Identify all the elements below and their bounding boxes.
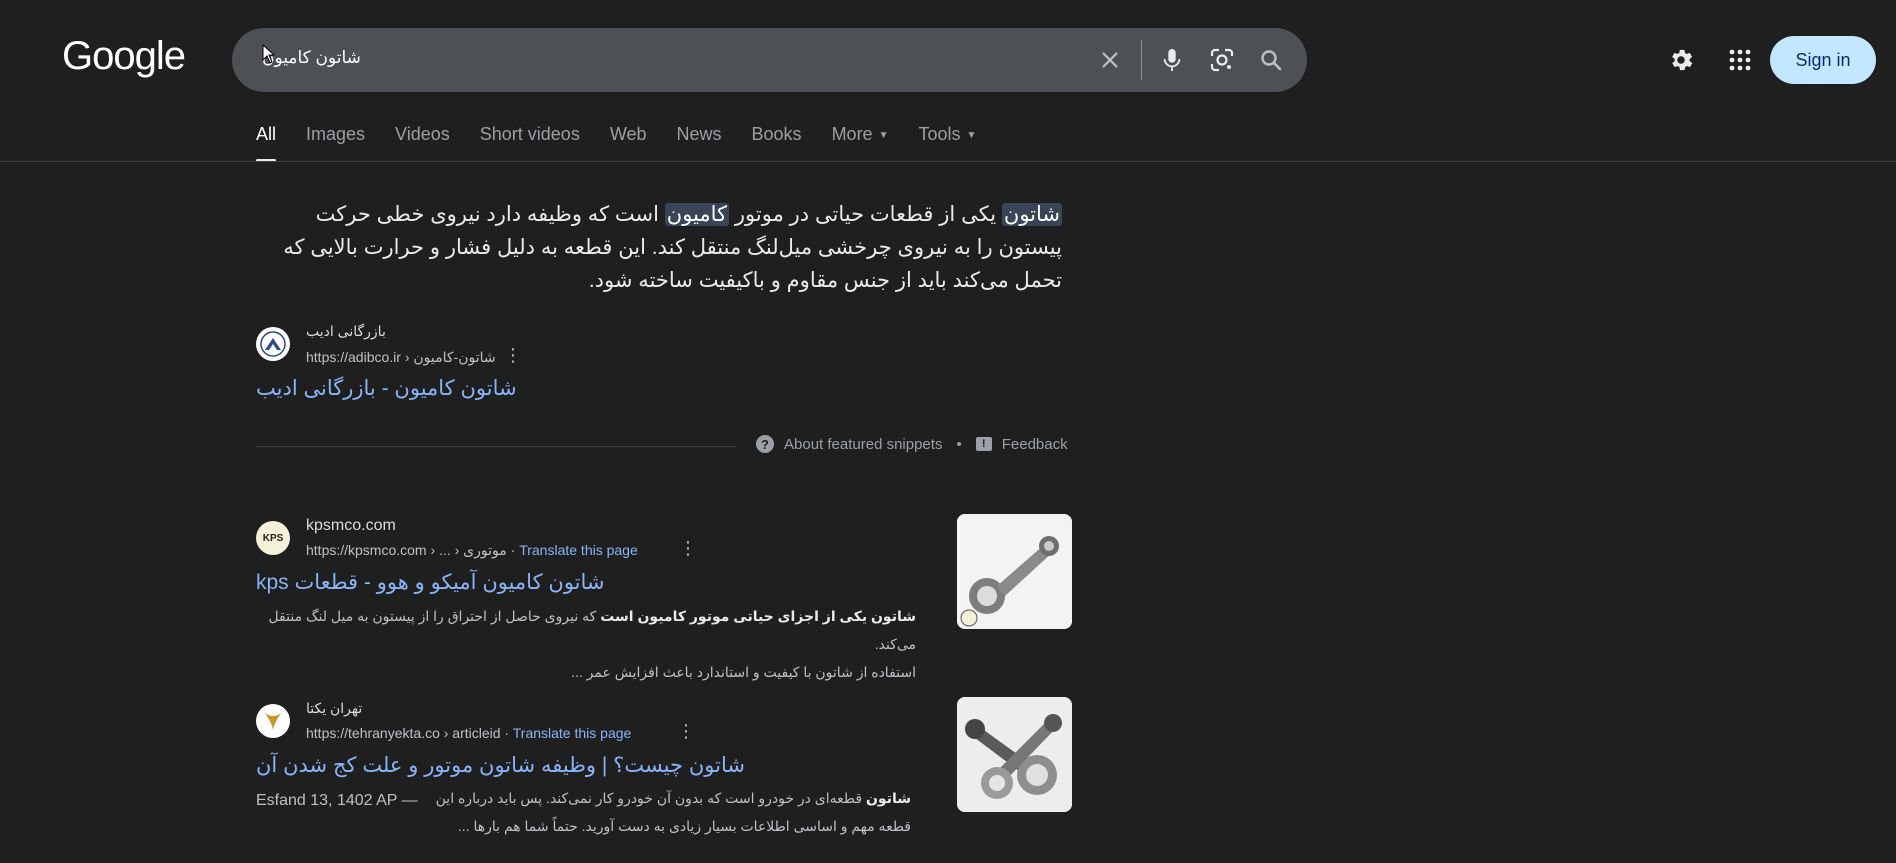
translate-link[interactable]: Translate this page <box>513 725 632 741</box>
snippet-divider <box>256 446 736 447</box>
kps-logo-text: KPS <box>262 532 284 544</box>
tab-short-videos[interactable]: Short videos <box>480 124 580 162</box>
help-icon: ? <box>756 435 774 453</box>
tab-tools-label: Tools <box>918 124 961 144</box>
tab-more-label: More <box>831 124 873 144</box>
result-title[interactable]: شاتون کامیون آمیکو و هوو - قطعات kps <box>256 570 605 595</box>
snippet-bold: شاتون <box>865 790 911 806</box>
apps-grid-icon[interactable] <box>1724 44 1756 76</box>
snippet-bold: شاتون یکی از اجزای حیاتی موتور کامیون اس… <box>600 608 916 624</box>
tehranyekta-favicon-icon[interactable] <box>256 704 290 738</box>
sign-in-button[interactable]: Sign in <box>1770 36 1876 84</box>
tab-images[interactable]: Images <box>306 124 365 162</box>
more-options-icon[interactable]: ⋮ <box>677 721 695 742</box>
google-lens-icon[interactable] <box>1206 44 1238 76</box>
result-snippet: شاتون قطعه‌ای در خودرو است که بدون آن خو… <box>256 784 911 840</box>
snippet-text-line2: قطعه مهم و اساسی اطلاعات بسیار زیادی به … <box>457 818 911 834</box>
result-url[interactable]: https://kpsmco.com › ... › موتوری · Tran… <box>306 542 638 559</box>
highlight-term: شاتون <box>1001 203 1062 226</box>
tab-web[interactable]: Web <box>610 124 647 162</box>
settings-gear-icon[interactable] <box>1665 44 1697 76</box>
mouse-cursor-icon <box>262 43 276 69</box>
tab-news[interactable]: News <box>677 124 722 162</box>
result-title[interactable]: شاتون چیست؟ | وظیفه شاتون موتور و علت کج… <box>256 753 745 778</box>
source-url[interactable]: https://adibco.ir › شاتون-کامیون <box>306 349 496 366</box>
result-url-text: https://tehranyekta.co › articleid <box>306 725 501 741</box>
snippet-text-line2: استفاده از شاتون با کیفیت و استاندارد با… <box>571 664 916 680</box>
result-url-text: https://kpsmco.com › ... › موتوری <box>306 542 507 558</box>
adib-favicon-icon[interactable] <box>256 327 290 361</box>
feedback-label[interactable]: Feedback <box>1002 436 1068 453</box>
search-tabs: All Images Videos Short videos Web News … <box>256 124 1006 162</box>
featured-result-title[interactable]: شاتون کامیون - بازرگانی ادیب <box>256 376 517 401</box>
result-site-name[interactable]: kpsmco.com <box>306 517 396 535</box>
highlight-term: کامیون <box>664 203 730 226</box>
snippet-text-part: یکی از قطعات حیاتی در موتور <box>729 203 1002 226</box>
tab-more[interactable]: More ▼ <box>832 124 889 162</box>
search-bar[interactable]: شاتون کامیون <box>232 28 1307 92</box>
translate-link[interactable]: Translate this page <box>519 542 638 558</box>
about-featured-snippets[interactable]: ? About featured snippets • ! Feedback <box>756 435 1068 453</box>
search-divider <box>1141 40 1142 80</box>
separator-dot: • <box>956 435 962 453</box>
result-snippet: شاتون یکی از اجزای حیاتی موتور کامیون اس… <box>256 602 916 686</box>
google-logo[interactable]: Google <box>62 34 186 79</box>
result-thumbnail[interactable] <box>957 514 1072 629</box>
tab-tools[interactable]: Tools ▼ <box>918 124 976 162</box>
clear-icon[interactable] <box>1094 44 1126 76</box>
result-site-name[interactable]: تهران یکتا <box>306 700 362 717</box>
microphone-icon[interactable] <box>1156 44 1188 76</box>
feedback-icon: ! <box>975 437 992 451</box>
about-label: About featured snippets <box>784 435 943 453</box>
kps-favicon-icon[interactable]: KPS <box>256 521 290 555</box>
source-site-name[interactable]: بازرگانی ادیب <box>306 323 386 340</box>
snippet-text: قطعه‌ای در خودرو است که بدون آن خودرو کا… <box>435 790 866 806</box>
tab-books[interactable]: Books <box>752 124 802 162</box>
tabs-divider <box>0 161 1896 162</box>
result-thumbnail[interactable] <box>957 697 1072 812</box>
caret-down-icon: ▼ <box>878 129 889 141</box>
more-options-icon[interactable]: ⋮ <box>504 345 522 366</box>
tab-all[interactable]: All <box>256 124 277 162</box>
featured-snippet-text: شاتون یکی از قطعات حیاتی در موتور کامیون… <box>256 198 1062 297</box>
caret-down-icon: ▼ <box>966 129 977 141</box>
search-input[interactable]: شاتون کامیون <box>262 48 361 68</box>
search-icon[interactable] <box>1255 44 1287 76</box>
result-url[interactable]: https://tehranyekta.co › articleid · Tra… <box>306 725 631 741</box>
tab-videos[interactable]: Videos <box>395 124 450 162</box>
more-options-icon[interactable]: ⋮ <box>679 538 697 559</box>
